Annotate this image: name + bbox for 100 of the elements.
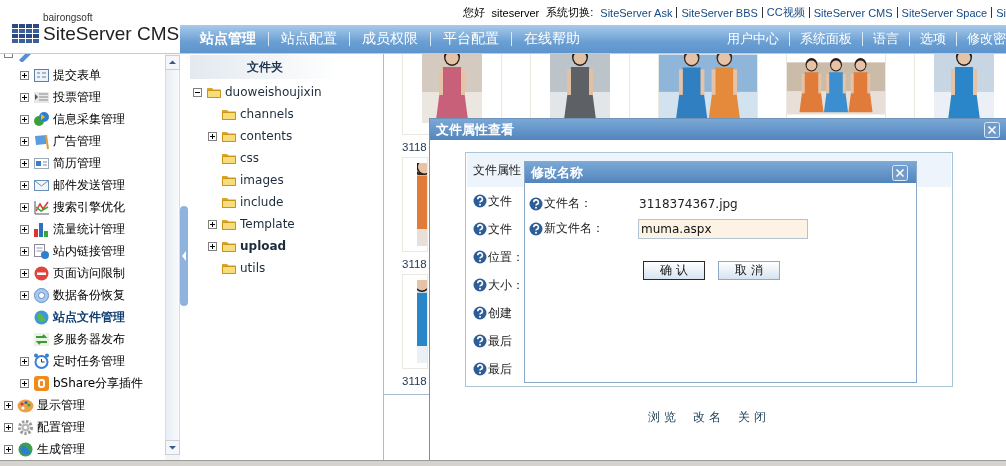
file-name[interactable]: 3118 xyxy=(402,256,427,273)
collapse-icon[interactable] xyxy=(193,87,202,97)
expand-icon[interactable] xyxy=(20,202,29,212)
help-icon xyxy=(473,306,487,320)
system-link[interactable]: Si xyxy=(996,6,1006,19)
sidebar-item[interactable]: 流量统计管理 xyxy=(53,220,125,238)
arrows-icon xyxy=(33,110,50,128)
expand-icon[interactable] xyxy=(20,268,29,278)
expand-icon[interactable] xyxy=(20,246,29,256)
folder-item[interactable]: contents xyxy=(240,129,293,143)
expand-icon[interactable] xyxy=(20,92,29,102)
sidebar-item[interactable]: 站点文件管理 xyxy=(53,308,125,326)
expand-icon[interactable] xyxy=(20,70,29,80)
logo-icon xyxy=(12,23,40,43)
file-name[interactable]: 3118 xyxy=(402,139,427,156)
logo-text: SiteServer CMS xyxy=(43,23,180,44)
field-label: 新文件名： xyxy=(543,220,605,237)
sidebar-item[interactable]: 多服务器发布 xyxy=(53,330,125,348)
help-icon xyxy=(473,334,487,348)
folder-item[interactable]: include xyxy=(240,195,284,209)
thumbnail-frame[interactable] xyxy=(402,274,428,369)
close-button[interactable] xyxy=(892,164,908,181)
file-name[interactable]: 3118 xyxy=(402,373,427,390)
sidebar-item[interactable]: 投票管理 xyxy=(53,88,101,106)
system-link[interactable]: SiteServer Ask xyxy=(600,6,673,19)
system-link[interactable]: SiteServer Space xyxy=(901,6,988,19)
field-value: 3118374367.jpg xyxy=(639,196,738,211)
system-link[interactable]: CC视频 xyxy=(766,5,805,20)
thumbnail-frame[interactable] xyxy=(402,157,428,252)
cancel-button[interactable]: 取 消 xyxy=(718,261,780,280)
sidebar-item[interactable]: 信息采集管理 xyxy=(53,110,125,128)
sidebar-item[interactable]: bShare分享插件 xyxy=(53,374,144,392)
bar-chart-icon xyxy=(33,220,50,238)
globe-icon xyxy=(33,308,50,326)
scroll-down-button[interactable] xyxy=(165,440,180,455)
system-link[interactable]: SiteServer BBS xyxy=(681,6,758,19)
field-label: 位置： xyxy=(488,248,524,266)
folder-item[interactable]: channels xyxy=(240,107,294,121)
disc-icon xyxy=(33,286,50,304)
stop-icon xyxy=(33,264,50,282)
arrows-icon xyxy=(33,330,50,348)
field-label: 文件名： xyxy=(543,195,593,212)
expand-icon[interactable] xyxy=(20,136,29,146)
expand-icon[interactable] xyxy=(208,241,217,251)
sidebar-item[interactable]: 站内链接管理 xyxy=(53,242,125,260)
expand-icon[interactable] xyxy=(20,180,29,190)
expand-icon[interactable] xyxy=(20,378,29,388)
action-link[interactable]: 关闭 xyxy=(738,409,770,426)
sidebar-item[interactable]: 邮件发送管理 xyxy=(53,176,125,194)
confirm-button[interactable]: 确 认 xyxy=(643,261,705,280)
expand-icon[interactable] xyxy=(208,131,217,141)
dialog-title: 修改名称 xyxy=(531,163,583,182)
sidebar-item[interactable]: 生成管理 xyxy=(37,440,85,458)
help-icon xyxy=(473,362,487,376)
sidebar-item[interactable]: 页面访问限制 xyxy=(53,264,125,282)
folder-item[interactable]: upload xyxy=(240,239,287,253)
help-icon xyxy=(529,221,543,236)
field-label: 文件 xyxy=(488,220,512,238)
folder-item[interactable]: utils xyxy=(240,261,266,275)
folder-item[interactable]: css xyxy=(240,151,260,165)
form-icon xyxy=(33,66,50,84)
expand-icon[interactable] xyxy=(20,224,29,234)
folder-item[interactable]: Template xyxy=(240,217,295,231)
field-label: 创建 xyxy=(488,304,512,322)
scroll-up-button[interactable] xyxy=(165,55,180,70)
switch-label: 系统切换: xyxy=(546,5,594,20)
square-icon xyxy=(33,374,50,392)
system-link[interactable]: SiteServer CMS xyxy=(813,6,893,19)
line-chart-icon xyxy=(33,198,50,216)
sidebar-item[interactable]: 简历管理 xyxy=(53,154,101,172)
field-label: 大小： xyxy=(488,276,524,294)
expand-icon[interactable] xyxy=(4,400,13,410)
action-link[interactable]: 改名 xyxy=(693,409,725,426)
expand-icon[interactable] xyxy=(20,114,29,124)
sidebar-item[interactable]: 搜索引擎优化 xyxy=(53,198,125,216)
expand-icon[interactable] xyxy=(20,356,29,366)
sidebar-item[interactable]: 显示管理 xyxy=(37,396,85,414)
expand-icon[interactable] xyxy=(20,290,29,300)
help-icon xyxy=(473,194,487,208)
sidebar-item[interactable]: 定时任务管理 xyxy=(53,352,125,370)
expand-icon[interactable] xyxy=(208,219,217,229)
expand-icon[interactable] xyxy=(4,422,13,432)
sidebar-item[interactable]: 提交表单 xyxy=(53,66,101,84)
sidebar-item[interactable]: 广告管理 xyxy=(53,132,101,150)
folder-item[interactable]: images xyxy=(240,173,284,187)
close-button[interactable] xyxy=(984,121,1000,138)
clock-icon xyxy=(33,352,50,370)
collapse-handle[interactable] xyxy=(180,206,188,306)
sidebar-item[interactable]: 配置管理 xyxy=(37,418,85,436)
expand-icon[interactable] xyxy=(4,444,13,454)
help-icon xyxy=(473,278,487,292)
filename-input[interactable]: muma.aspx xyxy=(638,218,808,239)
action-link[interactable]: 浏览 xyxy=(648,409,680,426)
dialog-title: 文件属性查看 xyxy=(436,120,514,139)
folder-item[interactable]: duoweishoujixin xyxy=(225,85,322,99)
logo-subtitle: bairongsoft xyxy=(43,13,93,23)
expand-icon[interactable] xyxy=(20,158,29,168)
field-label: 最后 xyxy=(488,332,512,350)
sidebar-item[interactable]: 数据备份恢复 xyxy=(53,286,125,304)
help-icon xyxy=(473,222,487,236)
